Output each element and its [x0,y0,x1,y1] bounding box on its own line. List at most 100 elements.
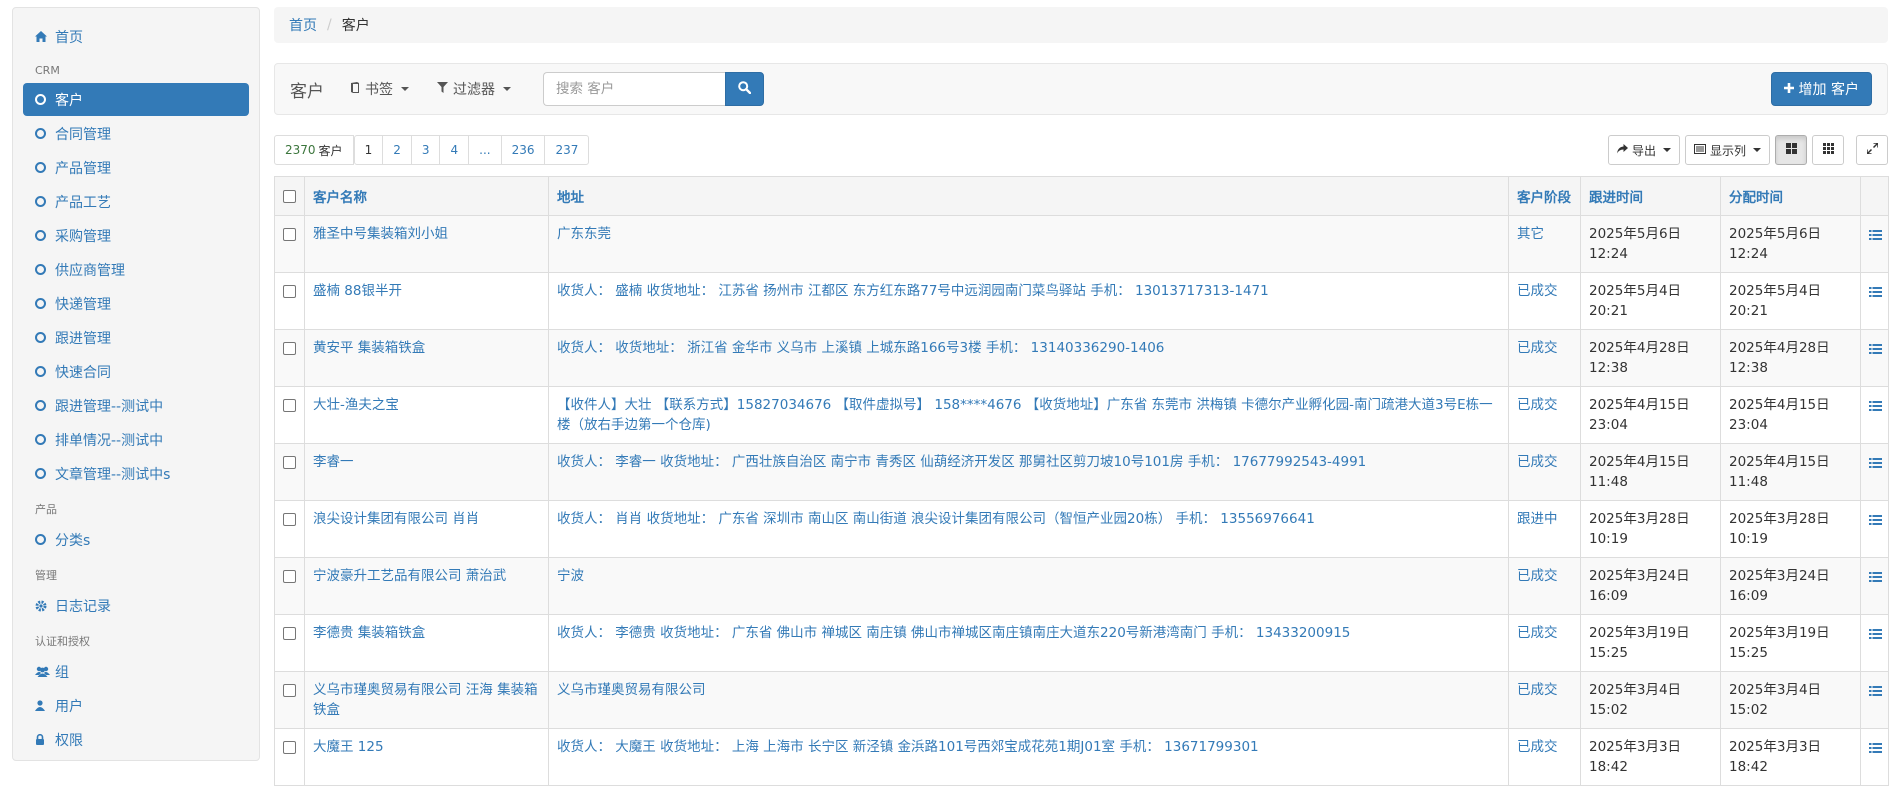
sidebar-item-label: 日志记录 [55,598,111,615]
page-links: 1 2 3 4... 236 237 [353,135,590,165]
sidebar-item[interactable]: 跟进管理 [23,321,249,354]
row-checkbox[interactable] [283,627,296,640]
table-body: 雅圣中号集装箱刘小姐 广东东莞 其它 2025年5月6日 12:24 2025年5月6日… [274,215,1889,786]
page-link[interactable]: 2 [382,135,412,165]
row-checkbox[interactable] [283,684,296,697]
list-icon[interactable] [1869,399,1882,415]
sidebar-crm-list: 客户合同管理产品管理产品工艺采购管理 供应商管理 快递管理 跟进管理 快速合同跟进管理-… [23,83,249,490]
page-link[interactable]: 1 [353,135,384,165]
customer-name-cell: 浪尖设计集团有限公司 肖肖 [304,500,549,558]
list-icon[interactable] [1869,741,1882,757]
column-header-assign-time[interactable]: 分配时间 [1720,176,1861,216]
page-link[interactable]: 237 [544,135,590,165]
row-checkbox[interactable] [283,285,296,298]
row-select-cell [274,728,305,786]
sidebar-item-log[interactable]: 日志记录 [23,589,249,622]
small-grid-view-button[interactable] [1812,135,1844,165]
sidebar-item[interactable]: 供应商管理 [23,253,249,286]
search-button[interactable] [725,72,764,106]
list-icon[interactable] [1869,570,1882,586]
page-link[interactable]: 3 [410,135,441,165]
customer-name-link[interactable]: 李睿一 [313,454,354,470]
list-icon[interactable] [1869,342,1882,358]
table-row: 大魔王 125 收货人： 大魔王 收货地址： 上海 上海市 长宁区 新泾镇 金浜路… [274,728,1889,786]
assign-time-cell: 2025年4月15日 23:04 [1720,386,1861,444]
customer-name-link[interactable]: 大魔王 125 [313,739,384,755]
sidebar-item-user[interactable]: 用户 [23,689,249,722]
filters-dropdown[interactable]: 过滤器 [437,79,511,99]
row-actions-cell [1860,272,1889,330]
select-all-checkbox[interactable] [283,189,296,203]
customer-name-link[interactable]: 雅圣中号集装箱刘小姐 [313,226,448,242]
row-checkbox[interactable] [283,513,296,526]
sidebar-item[interactable]: 文章管理--测试中s [23,457,249,490]
customer-name-link[interactable]: 盛楠 88银半开 [313,283,402,299]
sidebar-item-perm[interactable]: 权限 [23,723,249,756]
large-grid-view-button[interactable] [1775,135,1807,165]
page-link[interactable]: 4 [439,135,470,165]
breadcrumb-separator: / [327,17,332,33]
row-checkbox[interactable] [283,570,296,583]
customer-name-link[interactable]: 宁波豪升工艺品有限公司 萧治武 [313,568,506,584]
customer-name-link[interactable]: 黄安平 集装箱铁盒 [313,340,425,356]
sidebar-item-home[interactable]: 首页 [23,20,249,53]
customer-name-link[interactable]: 大壮-渔夫之宝 [313,397,399,413]
export-dropdown[interactable]: 导出 [1607,135,1680,165]
sidebar-item[interactable]: 分类s [23,523,249,556]
main-content: 首页 / 客户 客户 书签 过滤器 增加 客户 2370客户 1 [274,7,1889,786]
sidebar-item[interactable]: 跟进管理--测试中 [23,389,249,422]
sidebar-item[interactable]: 排单情况--测试中 [23,423,249,456]
sidebar-item[interactable]: 产品工艺 [23,185,249,218]
column-header-stage[interactable]: 客户阶段 [1508,176,1581,216]
row-checkbox[interactable] [283,342,296,355]
sidebar-item[interactable]: 快速合同 [23,355,249,388]
address-cell: 收货人： 李睿一 收货地址： 广西壮族自治区 南宁市 青秀区 仙葫经济开发区 那… [548,443,1509,501]
fullscreen-button[interactable] [1856,135,1888,165]
list-icon[interactable] [1869,456,1882,472]
row-checkbox[interactable] [283,456,296,469]
search-input[interactable] [543,72,725,106]
follow-time-cell: 2025年3月3日 18:42 [1580,728,1721,786]
row-checkbox[interactable] [283,228,296,241]
address-text: 收货人： 收货地址： 浙江省 金华市 义乌市 上溪镇 上城东路166号3楼 手机… [557,340,1165,356]
list-icon[interactable] [1869,627,1882,643]
address-cell: 义乌市瑾奥贸易有限公司 [548,671,1509,729]
sidebar-item-label: 产品工艺 [55,194,111,211]
sidebar-item[interactable]: 采购管理 [23,219,249,252]
column-header-address[interactable]: 地址 [548,176,1509,216]
row-select-cell [274,215,305,273]
filters-label: 过滤器 [453,82,495,98]
address-cell: 收货人： 盛楠 收货地址： 江苏省 扬州市 江都区 东方红东路77号中远润园南门… [548,272,1509,330]
bookmarks-dropdown[interactable]: 书签 [350,79,409,99]
circle-icon [35,400,55,411]
list-icon[interactable] [1869,228,1882,244]
sidebar-item[interactable]: 快递管理 [23,287,249,320]
row-checkbox[interactable] [283,741,296,754]
sidebar-item-label: 合同管理 [55,126,111,143]
address-text: 收货人： 李德贵 收货地址： 广东省 佛山市 禅城区 南庄镇 佛山市禅城区南庄镇… [557,625,1351,641]
list-icon[interactable] [1869,513,1882,529]
add-customer-button[interactable]: 增加 客户 [1770,72,1872,106]
list-icon[interactable] [1869,684,1882,700]
sidebar-item[interactable]: 合同管理 [23,117,249,150]
sidebar-item-group[interactable]: 组 [23,655,249,688]
address-cell: 收货人： 肖肖 收货地址： 广东省 深圳市 南山区 南山街道 浪尖设计集团有限公… [548,500,1509,558]
column-header-follow-time[interactable]: 跟进时间 [1580,176,1721,216]
list-icon[interactable] [1869,285,1882,301]
sidebar-product-list: 分类s [23,523,249,556]
customer-name-link[interactable]: 浪尖设计集团有限公司 肖肖 [313,511,479,527]
address-cell: 【收件人】大壮 【联系方式】15827034676 【取件虚拟号】 158***… [548,386,1509,444]
customer-table: 客户名称 地址 客户阶段 跟进时间 分配时间 雅圣中号集装箱刘小姐 广东东莞 其它 2… [274,176,1889,786]
column-header-name[interactable]: 客户名称 [304,176,549,216]
columns-dropdown[interactable]: 显示列 [1684,135,1770,165]
sidebar-item[interactable]: 客户 [23,83,249,116]
sidebar-item[interactable]: 产品管理 [23,151,249,184]
row-checkbox[interactable] [283,399,296,412]
page-link[interactable]: 236 [500,135,546,165]
customer-name-link[interactable]: 李德贵 集装箱铁盒 [313,625,425,641]
sidebar-item-label: 客户 [55,92,83,109]
sidebar-item-label: 跟进管理--测试中 [55,398,164,415]
customer-name-link[interactable]: 义乌市瑾奥贸易有限公司 汪海 集装箱铁盒 [313,682,538,718]
breadcrumb-home-link[interactable]: 首页 [289,15,317,35]
circle-icon [35,468,55,479]
